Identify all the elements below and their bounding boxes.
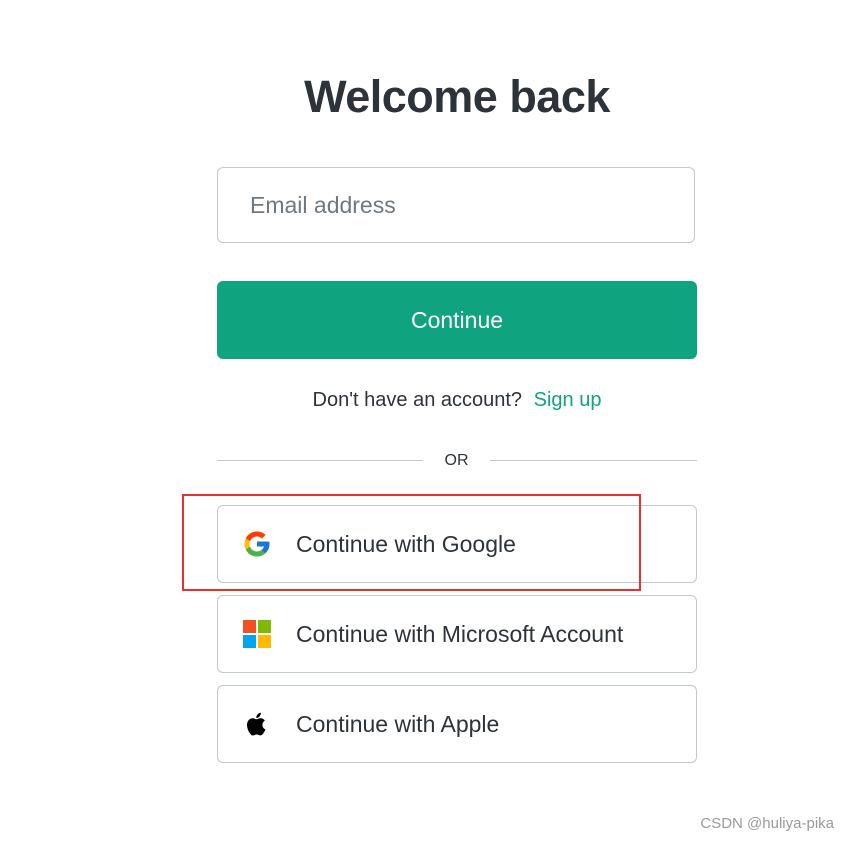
login-page: Welcome back Continue Don't have an acco… [0,0,848,844]
google-button-label: Continue with Google [296,531,516,557]
divider-label: OR [444,452,469,469]
signup-row: Don't have an account? Sign up [217,386,697,414]
signup-prompt: Don't have an account? [312,389,523,411]
continue-button[interactable]: Continue [217,281,697,359]
divider-line-right [490,460,697,461]
apple-button-label: Continue with Apple [296,711,500,737]
email-field[interactable] [217,167,695,243]
page-title: Welcome back [304,71,610,122]
microsoft-button-label: Continue with Microsoft Account [296,621,624,647]
apple-logo-icon [247,712,266,736]
google-logo-icon [244,531,270,557]
watermark: CSDN @huliya-pika [700,815,834,832]
signup-link[interactable]: Sign up [534,389,602,411]
continue-with-apple-button[interactable]: Continue with Apple [217,685,697,763]
or-divider: OR [217,449,697,473]
microsoft-logo-icon [243,620,271,648]
continue-with-google-button[interactable]: Continue with Google [217,505,697,583]
continue-with-microsoft-button[interactable]: Continue with Microsoft Account [217,595,697,673]
divider-line-left [217,460,423,461]
